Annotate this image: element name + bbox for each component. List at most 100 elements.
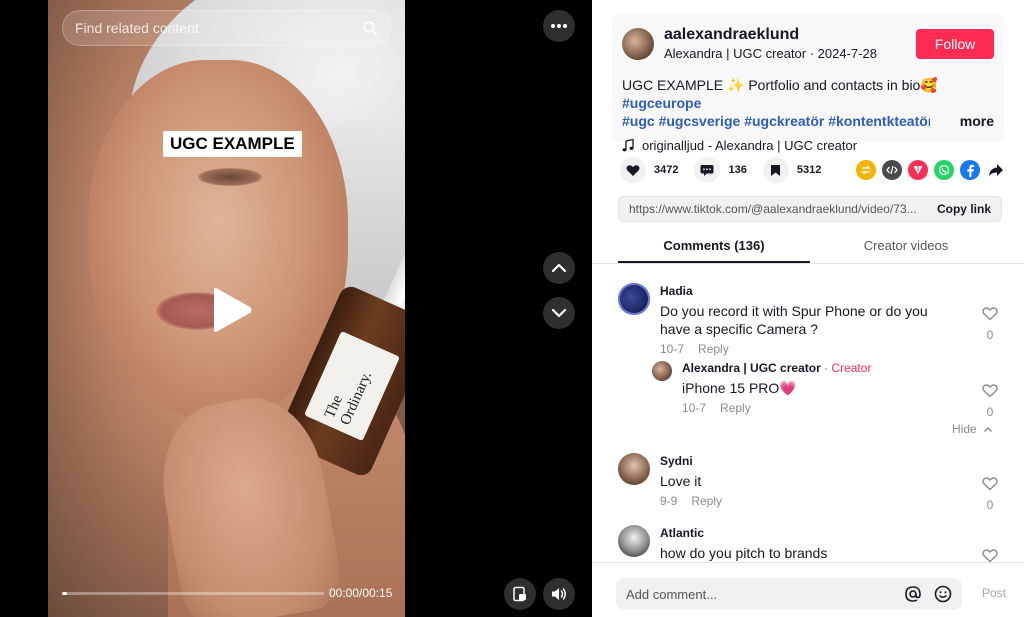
search-bar[interactable] — [62, 10, 392, 46]
comment-meta: 10-7 Reply — [682, 401, 1008, 415]
commenter-name[interactable]: Atlantic — [660, 525, 1008, 541]
comment-date: 10-7 — [660, 342, 685, 356]
post-comment-button[interactable]: Post — [982, 586, 1006, 600]
commenter-avatar[interactable] — [618, 283, 650, 315]
pip-icon — [513, 586, 526, 602]
comment-like[interactable]: 0 — [980, 477, 1000, 512]
comment-text: iPhone 15 PRO💗 — [682, 380, 797, 396]
author-handle[interactable]: aalexandraeklund — [664, 26, 916, 44]
comments-list: Hadia Do you record it with Spur Phone o… — [592, 265, 1024, 562]
send-to-friends-icon[interactable] — [908, 160, 928, 180]
music-note-icon — [622, 139, 634, 152]
comment-body: Hadia Do you record it with Spur Phone o… — [660, 283, 1008, 356]
next-video-button[interactable] — [543, 297, 575, 329]
video-info-card: aalexandraeklund Alexandra | UGC creator… — [612, 14, 1004, 153]
music-row[interactable]: originalljud - Alexandra | UGC creator — [622, 138, 994, 153]
save-action[interactable]: 5312 — [762, 157, 821, 183]
comment-bubble-icon — [700, 164, 714, 176]
comment-composer: Post — [592, 562, 1024, 617]
play-icon[interactable] — [208, 286, 254, 334]
details-panel: aalexandraeklund Alexandra | UGC creator… — [592, 0, 1024, 617]
heart-outline-icon[interactable] — [982, 477, 998, 491]
previous-video-button[interactable] — [543, 252, 575, 284]
creator-badge: · Creator — [824, 361, 872, 375]
commenter-name[interactable]: Sydni — [660, 453, 1008, 469]
commenter-name[interactable]: Hadia — [660, 283, 1008, 299]
comment-like[interactable]: 0 — [980, 384, 1000, 419]
reply-button[interactable]: Reply — [691, 494, 722, 508]
save-button[interactable] — [762, 157, 789, 183]
description-text: UGC EXAMPLE ✨ Portfolio and contacts in … — [622, 77, 938, 93]
bookmark-icon — [771, 164, 781, 176]
copy-link-button[interactable]: Copy link — [937, 202, 991, 216]
description-more-button[interactable]: more — [929, 112, 994, 130]
search-input[interactable] — [75, 20, 361, 36]
heart-outline-icon[interactable] — [982, 384, 998, 398]
tab-creator-videos[interactable]: Creator videos — [810, 232, 1002, 263]
actions-row: 3472 136 5312 — [620, 156, 1006, 184]
search-icon[interactable] — [361, 19, 379, 37]
volume-button[interactable] — [543, 578, 575, 610]
tab-comments[interactable]: Comments (136) — [618, 232, 810, 263]
comment-item: Sydni Love it 9-9 Reply 0 — [618, 453, 1008, 512]
author-meta: aalexandraeklund Alexandra | UGC creator… — [664, 26, 916, 62]
comment-text: how do you pitch to brands — [660, 545, 828, 561]
music-title[interactable]: originalljud - Alexandra | UGC creator — [642, 138, 857, 153]
like-button[interactable] — [620, 157, 646, 183]
comment-like[interactable] — [980, 549, 1000, 562]
facebook-icon[interactable] — [960, 160, 980, 180]
chevron-down-icon — [551, 308, 567, 318]
like-action[interactable]: 3472 — [620, 157, 678, 183]
video-caption-sticker: UGC EXAMPLE — [163, 131, 302, 157]
volume-icon — [552, 588, 566, 600]
emoji-icon[interactable] — [934, 585, 952, 603]
comment-input-wrap[interactable] — [616, 578, 962, 610]
hashtag[interactable]: #ugcsverige — [659, 113, 741, 129]
like-count: 3472 — [654, 164, 679, 176]
more-options-button[interactable] — [543, 10, 575, 42]
panel-tabs: Comments (136) Creator videos — [592, 232, 1024, 264]
video-visual-eye — [198, 168, 262, 186]
picture-in-picture-button[interactable] — [504, 578, 536, 610]
chevron-up-icon — [983, 426, 992, 432]
comment-item: Hadia Do you record it with Spur Phone o… — [618, 283, 1008, 356]
comment-like-count: 0 — [986, 405, 994, 419]
repost-icon[interactable] — [856, 160, 876, 180]
commenter-avatar[interactable] — [618, 453, 650, 485]
creator-name[interactable]: Alexandra | UGC creator — [682, 361, 821, 375]
comment-like[interactable]: 0 — [980, 307, 1000, 342]
comment-action[interactable]: 136 — [694, 157, 747, 183]
reply-button[interactable]: Reply — [698, 342, 729, 356]
comment-text: Love it — [660, 473, 702, 489]
video-link-text[interactable]: https://www.tiktok.com/@aalexandraeklund… — [629, 202, 931, 216]
hashtag[interactable]: #ugceurope — [622, 95, 701, 111]
comment-body: Atlantic how do you pitch to brands — [660, 525, 1008, 562]
comment-input[interactable] — [626, 586, 896, 602]
author-row: aalexandraeklund Alexandra | UGC creator… — [622, 26, 994, 62]
share-arrow-icon[interactable] — [986, 160, 1006, 180]
hide-label[interactable]: Hide — [952, 422, 977, 436]
bottle-brand-text: The Ordinary. — [321, 369, 376, 428]
follow-button[interactable]: Follow — [916, 29, 994, 59]
author-subtitle: Alexandra | UGC creator · 2024-7-28 — [664, 46, 877, 61]
comment-button[interactable] — [694, 157, 721, 183]
commenter-name[interactable]: Alexandra | UGC creator · Creator — [682, 360, 1008, 376]
embed-code-icon[interactable] — [882, 160, 902, 180]
video-progress-bar[interactable] — [62, 592, 324, 595]
hashtag[interactable]: #ugckreatör — [744, 113, 824, 129]
mention-icon[interactable] — [904, 585, 922, 603]
hide-replies-button[interactable]: Hide — [952, 422, 993, 436]
hashtag[interactable]: #kontentkteatör... — [828, 113, 944, 129]
reply-button[interactable]: Reply — [720, 401, 751, 415]
video-pane: The Ordinary. UGC EXAMPLE 00:00/00:15 — [0, 0, 592, 617]
hashtag[interactable]: #ugc — [622, 113, 655, 129]
whatsapp-icon[interactable] — [934, 160, 954, 180]
author-avatar[interactable] — [622, 28, 654, 60]
comment-count: 136 — [728, 164, 747, 176]
commenter-avatar[interactable] — [652, 361, 672, 381]
ellipsis-icon — [551, 24, 567, 28]
heart-outline-icon[interactable] — [982, 549, 998, 562]
commenter-avatar[interactable] — [618, 525, 650, 557]
heart-icon — [626, 164, 640, 176]
heart-outline-icon[interactable] — [982, 307, 998, 321]
